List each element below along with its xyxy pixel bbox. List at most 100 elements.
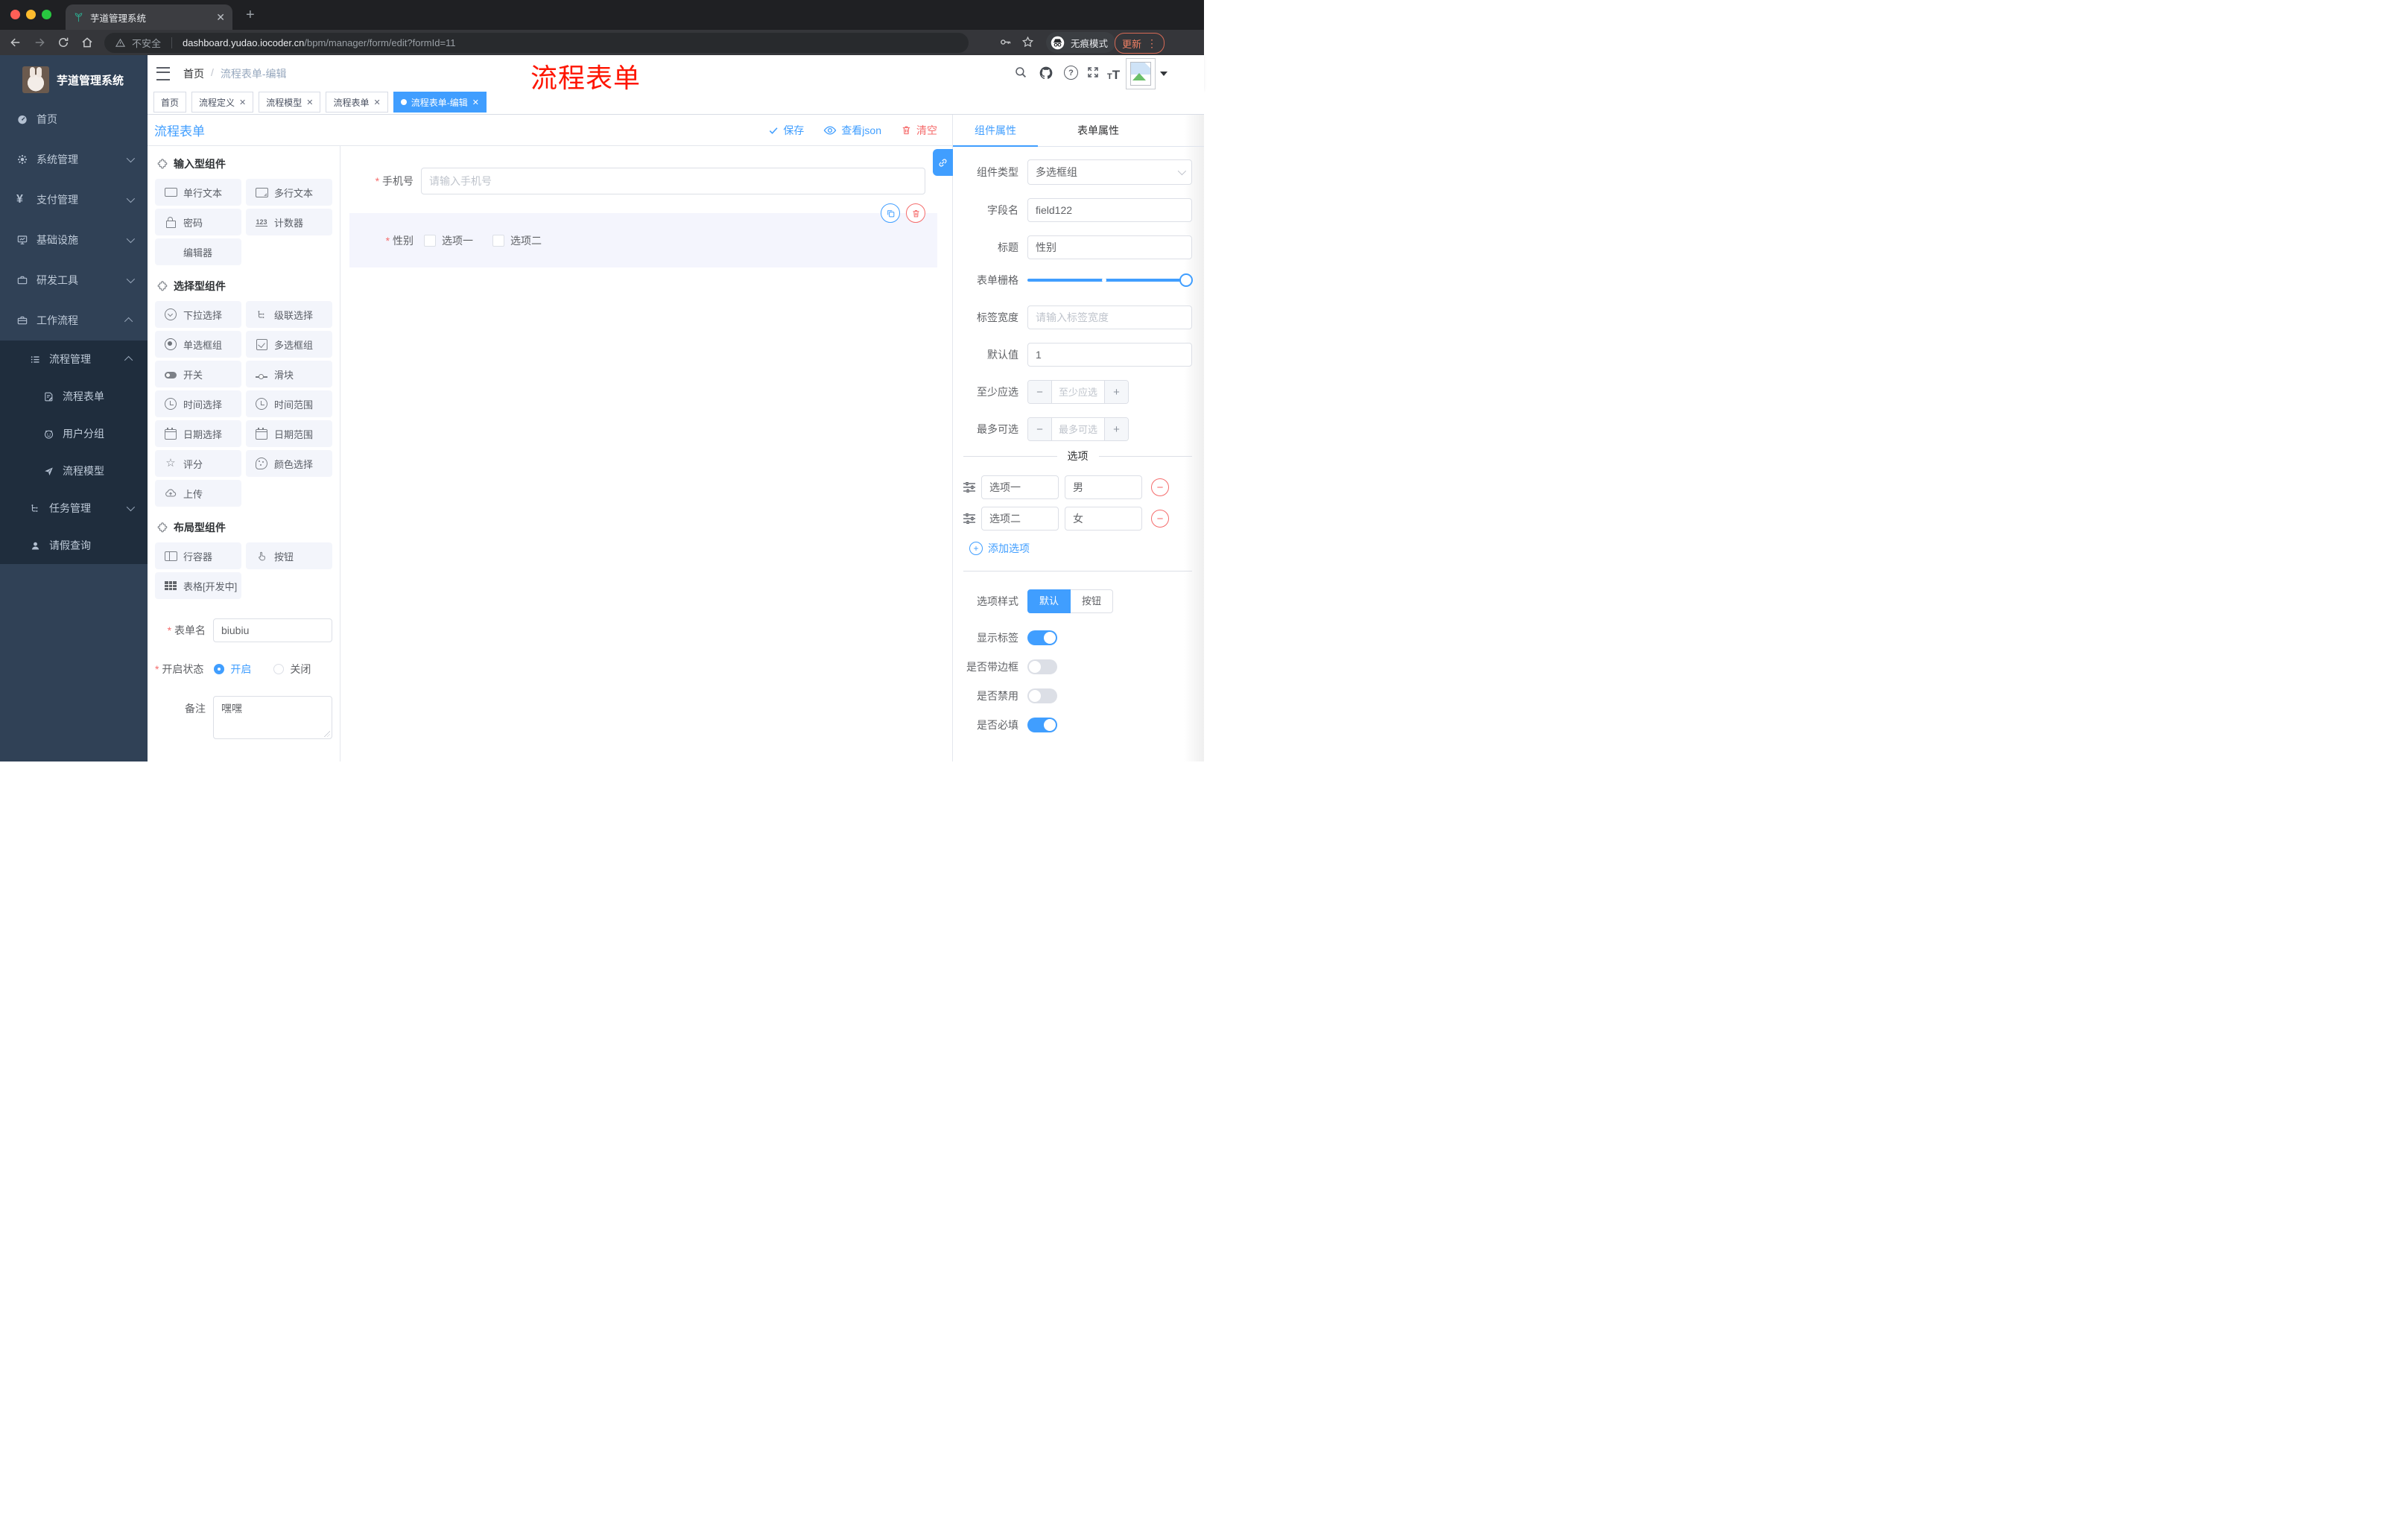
traffic-light-zoom-button[interactable] <box>42 10 51 19</box>
sidebar-item-payment-mgmt[interactable]: ¥ 支付管理 <box>0 180 148 220</box>
sidebar-item-task-mgmt[interactable]: 任务管理 <box>0 490 148 527</box>
sidebar-item-process-model[interactable]: 流程模型 <box>0 452 148 490</box>
min-select-input[interactable] <box>1051 381 1105 403</box>
view-json-button[interactable]: 查看json <box>823 123 881 138</box>
label-width-input[interactable] <box>1027 305 1192 329</box>
status-on-radio[interactable] <box>214 664 225 674</box>
new-tab-button[interactable]: + <box>246 7 255 22</box>
sidebar-item-process-form[interactable]: 流程表单 <box>0 378 148 415</box>
option1-label-input[interactable] <box>981 475 1059 499</box>
phone-field-row[interactable]: 手机号 <box>349 168 937 194</box>
palette-item-table[interactable]: 表格[开发中] <box>155 572 241 599</box>
gender-option2-checkbox[interactable] <box>492 234 504 247</box>
sidebar-item-system-mgmt[interactable]: 系统管理 <box>0 139 148 180</box>
update-button[interactable]: 更新 ⋮ <box>1115 33 1165 54</box>
palette-item-single-text[interactable]: 单行文本 <box>155 179 241 206</box>
browser-menu-dots-icon[interactable]: ⋮ <box>1147 37 1157 50</box>
style-button-button[interactable]: 按钮 <box>1071 589 1114 613</box>
remove-option-button[interactable]: − <box>1151 510 1169 528</box>
palette-item-slider[interactable]: 滑块 <box>246 361 332 387</box>
tag-process-form-edit[interactable]: 流程表单-编辑 ✕ <box>393 92 487 113</box>
title-input[interactable] <box>1027 235 1192 259</box>
password-key-icon[interactable] <box>998 35 1013 49</box>
component-type-select[interactable]: 多选框组 <box>1027 159 1192 185</box>
search-icon[interactable] <box>1014 66 1027 79</box>
palette-item-multi-text[interactable]: 多行文本 <box>246 179 332 206</box>
remove-option-button[interactable]: − <box>1151 478 1169 496</box>
palette-item-time-range[interactable]: 时间范围 <box>246 390 332 417</box>
avatar-dropdown-caret-icon[interactable] <box>1160 72 1167 76</box>
option2-label-input[interactable] <box>981 507 1059 531</box>
sidebar-item-process-mgmt[interactable]: 流程管理 <box>0 341 148 378</box>
default-value-input[interactable] <box>1027 343 1192 367</box>
breadcrumb-home[interactable]: 首页 <box>183 66 204 81</box>
fullscreen-icon[interactable] <box>1086 66 1100 79</box>
tag-close-icon[interactable]: ✕ <box>306 98 313 107</box>
link-tab[interactable] <box>933 149 953 176</box>
palette-item-rate[interactable]: ☆ 评分 <box>155 450 241 477</box>
stepper-plus-button[interactable]: + <box>1105 381 1128 403</box>
palette-item-date-picker[interactable]: 日期选择 <box>155 420 241 447</box>
selected-gender-widget[interactable]: 性别 选项一 选项二 <box>349 203 937 267</box>
back-icon[interactable] <box>9 36 22 49</box>
palette-item-color-picker[interactable]: 颜色选择 <box>246 450 332 477</box>
form-name-input[interactable] <box>213 618 332 642</box>
browser-tab[interactable]: 芋道管理系统 ✕ <box>66 4 232 30</box>
tag-process-definition[interactable]: 流程定义 ✕ <box>191 92 254 113</box>
delete-widget-button[interactable] <box>906 203 925 223</box>
slider-handle[interactable] <box>1179 273 1193 287</box>
palette-item-upload[interactable]: 上传 <box>155 480 241 507</box>
tag-close-icon[interactable]: ✕ <box>472 98 479 107</box>
style-default-button[interactable]: 默认 <box>1027 589 1071 613</box>
sidebar-item-home[interactable]: 首页 <box>0 99 148 139</box>
tag-process-model[interactable]: 流程模型 ✕ <box>259 92 321 113</box>
tag-process-form[interactable]: 流程表单 ✕ <box>326 92 388 113</box>
reload-icon[interactable] <box>57 36 70 49</box>
form-canvas[interactable]: 手机号 性别 选项一 选项二 <box>340 146 952 762</box>
save-button[interactable]: 保存 <box>768 123 804 138</box>
add-option-button[interactable]: + 添加选项 <box>969 541 1204 556</box>
phone-input[interactable] <box>421 168 925 194</box>
duplicate-widget-button[interactable] <box>881 203 900 223</box>
palette-item-radio-group[interactable]: 单选框组 <box>155 331 241 358</box>
sidebar-toggle-icon[interactable] <box>156 67 170 80</box>
palette-item-switch[interactable]: 开关 <box>155 361 241 387</box>
bookmark-star-icon[interactable] <box>1021 35 1035 49</box>
palette-item-checkbox-group[interactable]: 多选框组 <box>246 331 332 358</box>
home-icon[interactable] <box>80 36 94 49</box>
github-icon[interactable] <box>1039 66 1054 80</box>
url-bar[interactable]: 不安全 dashboard.yudao.iocoder.cn/bpm/manag… <box>104 33 969 53</box>
tab-component-props[interactable]: 组件属性 <box>953 115 1038 146</box>
required-toggle[interactable] <box>1027 718 1057 732</box>
font-size-icon[interactable]: TT <box>1107 68 1120 83</box>
help-question-icon[interactable]: ? <box>1064 66 1078 80</box>
palette-item-select[interactable]: 下拉选择 <box>155 301 241 328</box>
palette-item-row-container[interactable]: 行容器 <box>155 542 241 569</box>
sidebar-item-leave-query[interactable]: 请假查询 <box>0 527 148 564</box>
sidebar-item-dev-tools[interactable]: 研发工具 <box>0 260 148 300</box>
status-off-radio[interactable] <box>273 664 285 674</box>
gender-option1-checkbox[interactable] <box>424 234 436 247</box>
sidebar-item-infrastructure[interactable]: 基础设施 <box>0 220 148 260</box>
with-border-toggle[interactable] <box>1027 659 1057 674</box>
tag-close-icon[interactable]: ✕ <box>239 98 246 107</box>
remark-textarea[interactable]: 嘿嘿 <box>213 696 332 739</box>
tab-close-icon[interactable]: ✕ <box>216 11 225 24</box>
palette-item-date-range[interactable]: 日期范围 <box>246 420 332 447</box>
forward-icon[interactable] <box>33 36 46 49</box>
stepper-minus-button[interactable]: − <box>1028 418 1051 440</box>
option2-value-input[interactable] <box>1065 507 1142 531</box>
palette-item-editor[interactable]: 编辑器 <box>155 238 241 265</box>
tag-close-icon[interactable]: ✕ <box>374 98 381 107</box>
show-label-toggle[interactable] <box>1027 630 1057 645</box>
tag-home[interactable]: 首页 <box>153 92 187 113</box>
option1-value-input[interactable] <box>1065 475 1142 499</box>
drag-handle-icon[interactable] <box>963 513 975 524</box>
palette-item-cascader[interactable]: 级联选择 <box>246 301 332 328</box>
sidebar-item-user-group[interactable]: 用户分组 <box>0 415 148 452</box>
palette-item-counter[interactable]: 123 计数器 <box>246 209 332 235</box>
stepper-plus-button[interactable]: + <box>1105 418 1128 440</box>
tab-form-props[interactable]: 表单属性 <box>1056 115 1141 146</box>
palette-item-password[interactable]: 密码 <box>155 209 241 235</box>
palette-item-button[interactable]: 按钮 <box>246 542 332 569</box>
